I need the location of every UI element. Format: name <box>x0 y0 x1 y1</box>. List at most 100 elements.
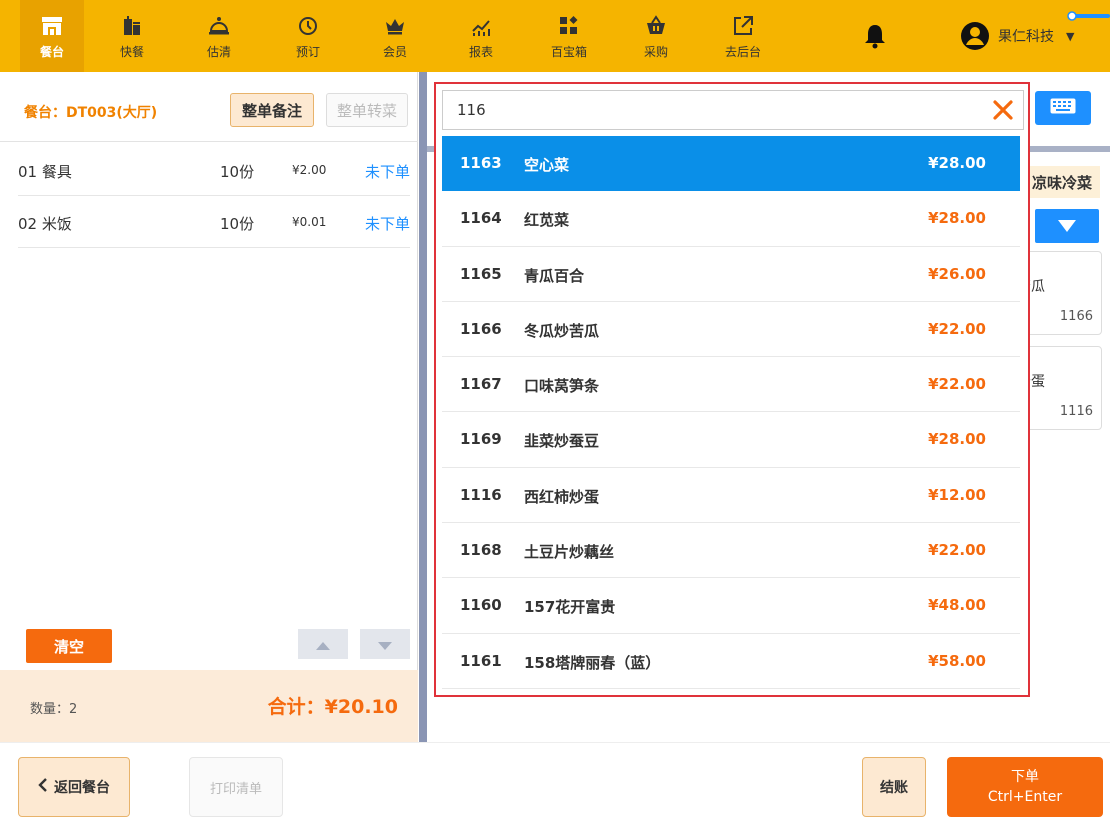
nav-item-toolbox[interactable]: 百宝箱 <box>538 0 600 72</box>
result-name: 157花开富贵 <box>524 598 616 617</box>
search-result-row[interactable]: 1169 韭菜炒蚕豆 ¥28.00 <box>442 412 1020 468</box>
result-name: 口味莴笋条 <box>524 377 600 396</box>
triangle-down-icon <box>1058 217 1076 236</box>
basket-icon <box>643 13 669 39</box>
result-name: 158塔牌丽春（蓝） <box>524 653 661 672</box>
search-result-row[interactable]: 1116 西红柿炒蛋 ¥12.00 <box>442 468 1020 524</box>
search-result-row[interactable]: 1160 157花开富贵 ¥48.00 <box>442 578 1020 634</box>
order-item-price: ¥0.01 <box>292 215 327 229</box>
checkout-button[interactable]: 结账 <box>862 757 926 817</box>
search-result-row[interactable]: 1166 冬瓜炒苦瓜 ¥22.00 <box>442 302 1020 358</box>
table-label: 餐台：DT003(大厅) <box>24 105 158 121</box>
search-input[interactable]: 116 <box>442 90 1024 130</box>
nav-item-tables[interactable]: 餐台 <box>20 0 84 72</box>
chart-icon <box>468 13 494 39</box>
nav-label: 百宝箱 <box>550 44 587 59</box>
nav-item-fastfood[interactable]: 快餐 <box>106 0 158 72</box>
triangle-up-icon <box>316 635 330 654</box>
order-item-status: 未下单 <box>364 215 410 233</box>
result-code: 1160 <box>460 596 502 615</box>
nav-item-backend[interactable]: 去后台 <box>713 0 773 72</box>
window-handle-icon <box>1066 6 1110 21</box>
toolbox-icon <box>556 13 582 39</box>
order-item-qty: 10份 <box>220 163 255 181</box>
result-price: ¥28.00 <box>928 209 986 228</box>
order-header: 餐台：DT003(大厅) 整单备注 整单转菜 <box>0 72 418 142</box>
search-result-row[interactable]: 1168 土豆片炒藕丝 ¥22.00 <box>442 523 1020 579</box>
result-name: 红苋菜 <box>524 211 570 230</box>
search-result-row[interactable]: 1164 红苋菜 ¥28.00 <box>442 191 1020 247</box>
chevron-down-icon: ▼ <box>1066 29 1075 43</box>
search-result-row[interactable]: 1163 空心菜 ¥28.00 <box>442 136 1020 192</box>
nav-item-member[interactable]: 会员 <box>369 0 421 72</box>
dish-search-popup: 116 1163 空心菜 ¥28.00 1164 红苋菜 ¥28.00 1165… <box>434 82 1030 697</box>
nav-label: 采购 <box>643 44 668 59</box>
order-item-status: 未下单 <box>364 163 410 181</box>
back-to-tables-button[interactable]: 返回餐台 <box>18 757 130 817</box>
close-icon[interactable] <box>989 96 1017 124</box>
result-name: 韭菜炒蚕豆 <box>524 432 600 451</box>
fastfood-icon <box>119 13 145 39</box>
panel-divider[interactable] <box>419 72 427 742</box>
result-code: 1169 <box>460 430 502 449</box>
nav-label: 报表 <box>468 44 493 59</box>
user-menu[interactable]: 果仁科技 ▼ <box>960 18 1074 54</box>
result-price: ¥22.00 <box>928 375 986 394</box>
keyboard-button[interactable] <box>1035 91 1091 125</box>
category-dropdown-button[interactable] <box>1035 209 1099 243</box>
order-item-name: 02 米饭 <box>18 215 72 233</box>
result-name: 青瓜百合 <box>524 266 585 285</box>
result-price: ¥22.00 <box>928 319 986 338</box>
submit-label: 下单 <box>1011 769 1039 785</box>
dish-code: 1166 <box>1059 309 1093 324</box>
nav-item-sold-out[interactable]: 估清 <box>193 0 245 72</box>
store-icon <box>39 13 65 39</box>
crown-icon <box>382 13 408 39</box>
result-name: 空心菜 <box>524 156 570 174</box>
nav-item-purchase[interactable]: 采购 <box>630 0 682 72</box>
result-code: 1161 <box>460 651 502 670</box>
order-note-button[interactable]: 整单备注 <box>230 93 314 127</box>
nav-label: 去后台 <box>724 44 761 59</box>
external-link-icon <box>730 13 756 39</box>
back-label: 返回餐台 <box>54 780 110 796</box>
search-result-row[interactable]: 1167 口味莴笋条 ¥22.00 <box>442 357 1020 413</box>
order-row[interactable]: 02 米饭 10份 ¥0.01 未下单 <box>18 196 410 248</box>
top-nav-bar: 餐台 快餐 估清 预订 会员 报表 百宝箱 采购 去后台 果仁科技 ▼ <box>0 0 1110 72</box>
result-code: 1166 <box>460 319 502 338</box>
result-code: 1164 <box>460 209 502 228</box>
search-result-row[interactable]: 1161 158塔牌丽春（蓝） ¥58.00 <box>442 634 1020 689</box>
submit-order-button[interactable]: 下单 Ctrl+Enter <box>947 757 1103 817</box>
result-price: ¥26.00 <box>928 264 986 283</box>
order-panel: 餐台：DT003(大厅) 整单备注 整单转菜 01 餐具 10份 ¥2.00 未… <box>0 72 418 742</box>
nav-label: 餐台 <box>39 44 64 59</box>
result-code: 1167 <box>460 375 502 394</box>
result-code: 1116 <box>460 485 502 504</box>
bottom-action-bar: 返回餐台 打印清单 结账 下单 Ctrl+Enter <box>0 742 1110 819</box>
nav-item-reports[interactable]: 报表 <box>455 0 507 72</box>
order-item-qty: 10份 <box>220 215 255 233</box>
dish-code: 1116 <box>1059 404 1093 419</box>
result-price: ¥58.00 <box>928 651 986 670</box>
order-summary: 数量：2 合计：¥20.10 <box>0 670 418 742</box>
nav-item-reservation[interactable]: 预订 <box>282 0 334 72</box>
order-item-price: ¥2.00 <box>292 163 327 177</box>
search-results: 1163 空心菜 ¥28.00 1164 红苋菜 ¥28.00 1165 青瓜百… <box>442 136 1020 689</box>
chevron-left-icon <box>38 777 48 797</box>
result-name: 冬瓜炒苦瓜 <box>524 321 600 340</box>
submit-shortcut: Ctrl+Enter <box>987 789 1063 805</box>
clear-order-button[interactable]: 清空 <box>26 629 112 663</box>
total-label: 合计：¥20.10 <box>267 696 398 718</box>
keyboard-icon <box>1050 98 1076 118</box>
result-code: 1165 <box>460 264 502 283</box>
print-list-button[interactable]: 打印清单 <box>189 757 283 817</box>
scroll-down-button[interactable] <box>360 629 410 659</box>
scroll-up-button[interactable] <box>298 629 348 659</box>
cloche-icon <box>206 13 232 39</box>
order-row[interactable]: 01 餐具 10份 ¥2.00 未下单 <box>18 144 410 196</box>
bell-icon[interactable] <box>861 22 889 50</box>
order-item-name: 01 餐具 <box>18 163 72 181</box>
order-transfer-button[interactable]: 整单转菜 <box>326 93 408 127</box>
search-result-row[interactable]: 1165 青瓜百合 ¥26.00 <box>442 247 1020 302</box>
result-name: 西红柿炒蛋 <box>524 487 600 506</box>
